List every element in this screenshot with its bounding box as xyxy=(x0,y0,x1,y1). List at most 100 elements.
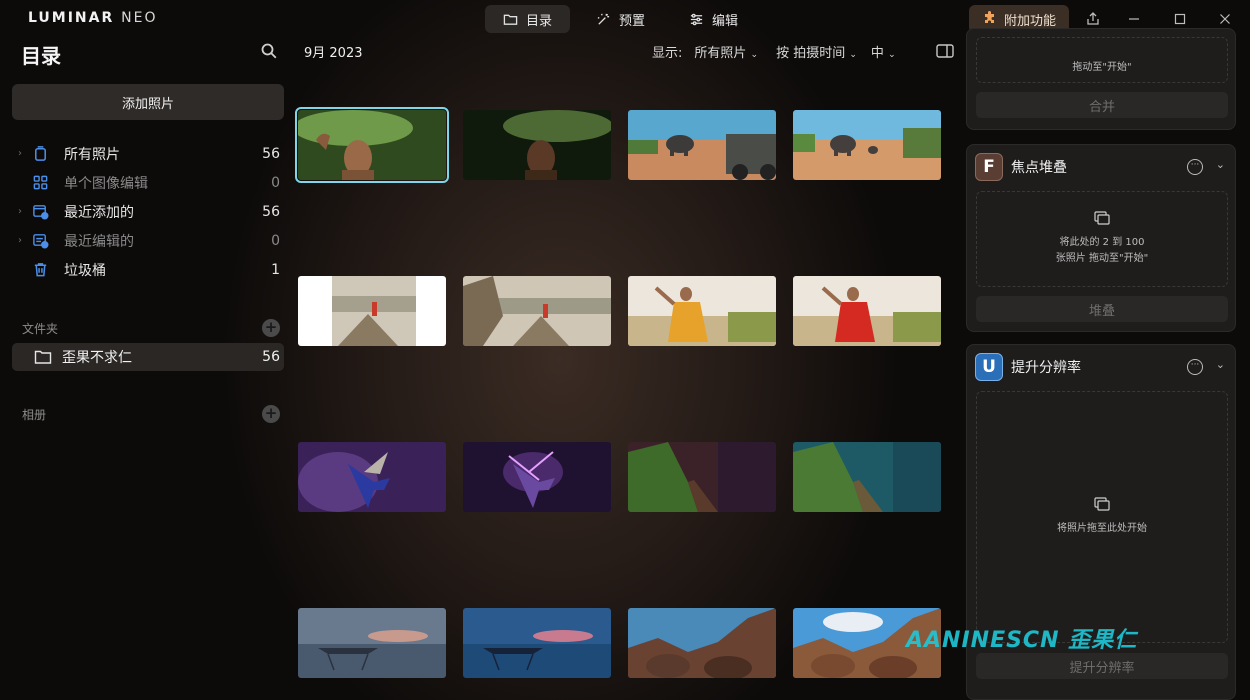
toggle-panel-button[interactable] xyxy=(936,43,954,58)
focus-stack-badge-icon: F xyxy=(975,153,1003,181)
tab-catalog-label: 目录 xyxy=(526,13,553,29)
sliders-icon xyxy=(690,13,703,25)
photo-hiker-cropped xyxy=(298,276,446,346)
chevron-right-icon[interactable]: › xyxy=(12,235,26,246)
upscale-button[interactable]: 提升分辨率 xyxy=(976,653,1228,679)
add-photos-button[interactable]: 添加照片 xyxy=(12,84,284,120)
sidebar-item-label: 垃圾桶 xyxy=(64,262,106,279)
sidebar-item-label: 所有照片 xyxy=(64,146,120,163)
search-icon xyxy=(261,43,277,59)
photo-thumbnail[interactable] xyxy=(793,276,941,346)
addons-label: 附加功能 xyxy=(1003,13,1056,29)
photo-elephant-road xyxy=(793,110,941,180)
gallery-filters: 显示: 所有照片 ⌄ 按 拍摄时间 ⌄ 中 ⌄ xyxy=(652,42,896,61)
photo-thumbnail[interactable] xyxy=(463,608,611,678)
thumb-size-value: 中 xyxy=(870,46,884,61)
filter-sort-value: 按 拍摄时间 xyxy=(776,46,846,61)
sidebar-item-recently-added[interactable]: › 最近添加的 56 xyxy=(12,197,284,226)
sidebar-item-trash[interactable]: 垃圾桶 1 xyxy=(12,255,284,284)
focus-stack-drop-zone[interactable]: 将此处的 2 到 100 张照片 拖动至"开始" xyxy=(976,191,1228,287)
tab-catalog[interactable]: 目录 xyxy=(485,5,571,33)
photo-thumbnail[interactable] xyxy=(793,442,941,512)
chevron-down-icon: ⌄ xyxy=(750,50,759,60)
sidebar-item-label: 单个图像编辑 xyxy=(64,175,148,192)
gallery-date-header: 9月 2023 xyxy=(304,46,363,61)
catalog-nav: › 所有照片 56 单个图像编辑 0 › 最近添加的 56 › 最近编辑的 0 … xyxy=(12,139,284,284)
photo-thumbnail[interactable] xyxy=(793,110,941,180)
minimize-button[interactable] xyxy=(1122,8,1146,30)
share-button[interactable] xyxy=(1081,8,1105,30)
minimize-icon xyxy=(1129,18,1139,20)
chevron-down-icon[interactable]: ⌄ xyxy=(1216,158,1225,171)
chevron-down-icon[interactable]: ⌄ xyxy=(1216,358,1225,371)
add-folder-button[interactable]: + xyxy=(262,319,280,337)
sidebar-item-all-photos[interactable]: › 所有照片 56 xyxy=(12,139,284,168)
image-stack-icon xyxy=(1094,497,1110,511)
folder-count: 56 xyxy=(262,349,280,365)
photo-thumbnail[interactable] xyxy=(628,608,776,678)
logo-suffix: NEO xyxy=(121,10,158,26)
merge-drop-zone[interactable]: 拖动至"开始" xyxy=(976,37,1228,83)
photo-boat-lake-blue xyxy=(463,608,611,678)
chevron-right-icon[interactable]: › xyxy=(12,148,26,159)
sidebar-item-label: 最近添加的 xyxy=(64,204,134,221)
maximize-icon xyxy=(1174,13,1186,25)
photo-coast-aerial-teal xyxy=(793,442,941,512)
tab-presets[interactable]: 预置 xyxy=(578,5,663,33)
photo-rocks-desert xyxy=(628,608,776,678)
focus-stack-header: F 焦点堆叠 xyxy=(975,153,1067,181)
photo-thumbnail[interactable] xyxy=(628,442,776,512)
stack-button[interactable]: 堆叠 xyxy=(976,296,1228,322)
photo-thumbnail[interactable] xyxy=(463,110,611,180)
mode-switcher: 目录 预置 编辑 xyxy=(485,5,756,33)
watermark-logo: AANINESCN 歪果仁 xyxy=(906,628,1138,653)
tab-presets-label: 预置 xyxy=(619,13,646,29)
panel-toggle-icon xyxy=(936,44,954,58)
sidebar-item-count: 56 xyxy=(262,145,280,162)
filter-sort-dropdown[interactable]: 按 拍摄时间 ⌄ xyxy=(776,42,857,61)
more-options-icon[interactable]: ··· xyxy=(1187,159,1203,175)
photo-thumbnail[interactable] xyxy=(295,107,449,183)
puzzle-icon xyxy=(984,11,994,23)
photo-thumbnail[interactable] xyxy=(463,442,611,512)
photos-icon xyxy=(35,146,46,161)
thumb-size-dropdown[interactable]: 中 ⌄ xyxy=(871,42,896,61)
filter-show-dropdown[interactable]: 所有照片 ⌄ xyxy=(694,42,758,61)
photo-thumbnail[interactable] xyxy=(463,276,611,346)
sidebar-item-recently-edited[interactable]: › 最近编辑的 0 xyxy=(12,226,284,255)
grid-icon xyxy=(33,175,48,190)
close-icon xyxy=(1220,14,1230,24)
filter-show-label: 显示: xyxy=(652,46,683,61)
photo-elephant-safari xyxy=(628,110,776,180)
recent-added-icon xyxy=(33,205,49,220)
share-icon xyxy=(1087,12,1099,25)
merge-button[interactable]: 合并 xyxy=(976,92,1228,118)
photo-thumbnail[interactable] xyxy=(628,110,776,180)
photo-thumbnail[interactable] xyxy=(628,276,776,346)
upscale-badge-icon: U xyxy=(975,353,1003,381)
sidebar-item-single-edits[interactable]: 单个图像编辑 0 xyxy=(12,168,284,197)
photo-hiker-cliff xyxy=(463,276,611,346)
maximize-button[interactable] xyxy=(1168,8,1192,30)
focus-stack-drop-line2: 张照片 拖动至"开始" xyxy=(1055,253,1149,264)
folder-item[interactable]: 歪果不求仁 56 xyxy=(12,343,284,371)
tab-edit[interactable]: 编辑 xyxy=(671,5,756,33)
more-options-icon[interactable]: ··· xyxy=(1187,359,1203,375)
folder-icon xyxy=(503,14,518,25)
photo-hummingbird-glow xyxy=(463,442,611,512)
sidebar-item-label: 最近编辑的 xyxy=(64,233,134,250)
photo-thumbnail[interactable] xyxy=(298,608,446,678)
upscale-drop-zone[interactable]: 将照片拖至此处开始 xyxy=(976,391,1228,643)
focus-stack-card: F 焦点堆叠 ··· ⌄ 将此处的 2 到 100 张照片 拖动至"开始" 堆叠 xyxy=(966,144,1236,332)
sidebar-item-count: 0 xyxy=(271,174,280,191)
focus-stack-title: 焦点堆叠 xyxy=(1011,160,1067,176)
photo-thumbnail[interactable] xyxy=(298,276,446,346)
chevron-right-icon[interactable]: › xyxy=(12,206,26,217)
photo-woman-red-dress xyxy=(793,276,941,346)
sidebar-search-button[interactable] xyxy=(260,42,278,60)
photo-thumbnail[interactable] xyxy=(298,442,446,512)
sidebar-item-count: 56 xyxy=(262,203,280,220)
add-album-button[interactable]: + xyxy=(262,405,280,423)
sidebar-title: 目录 xyxy=(21,44,61,68)
close-button[interactable] xyxy=(1213,8,1237,30)
